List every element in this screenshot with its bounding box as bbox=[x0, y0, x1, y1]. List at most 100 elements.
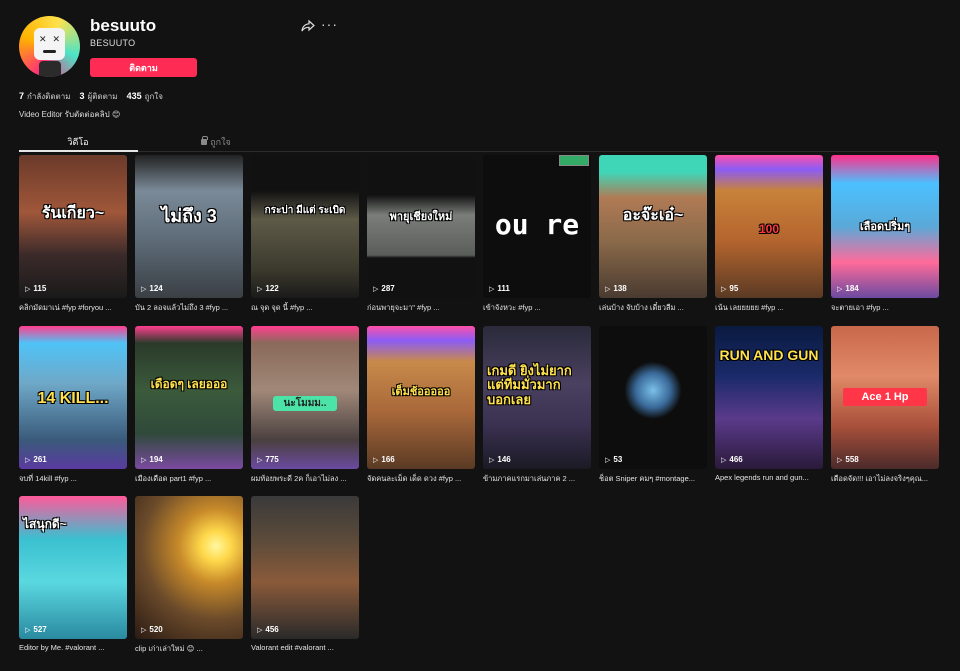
view-count: 124 bbox=[141, 284, 162, 293]
video-card[interactable]: กระบ่า มีแต่ ระเบิด 122 ณ จุด จุด นี้ #f… bbox=[251, 155, 359, 314]
video-thumbnail[interactable]: กระบ่า มีแต่ ระเบิด 122 bbox=[251, 155, 359, 298]
video-description[interactable]: คลิกมัดมาเน่ #fyp #foryou ... bbox=[19, 302, 127, 314]
share-icon[interactable] bbox=[300, 18, 316, 34]
video-description[interactable]: ช็อต Sniper คมๆ #montage... bbox=[599, 473, 707, 485]
video-description[interactable]: ผมท้อยพระดี 2ค ก็เอาไม่ลง ... bbox=[251, 473, 359, 485]
tab-videos-label: วิดีโอ bbox=[67, 137, 89, 147]
video-description[interactable]: clip เก่าเล่าใหม่ 😊 ... bbox=[135, 643, 243, 655]
video-thumbnail[interactable]: ou re 111 bbox=[483, 155, 591, 298]
view-count: 166 bbox=[373, 455, 394, 464]
following-stat[interactable]: 7 กำลังติดตาม bbox=[19, 90, 71, 103]
view-count: 558 bbox=[837, 455, 858, 464]
video-thumbnail[interactable]: พายุเชียงใหม่ 287 bbox=[367, 155, 475, 298]
video-card[interactable]: ou re 111 เข้าจังหวะ #fyp ... bbox=[483, 155, 591, 314]
tab-liked[interactable]: ถูกใจ bbox=[157, 135, 275, 149]
video-description[interactable]: ก่อนพายุจะมา" #fyp ... bbox=[367, 302, 475, 314]
video-card[interactable]: Ace 1 Hp 558 เดือดจัด!!! เอาไม่ลงจริงๆคุ… bbox=[831, 326, 939, 485]
video-card[interactable]: ไม่ถึง 3 124 บัน 2 ลอจแล้วไม่ถึง 3 #fyp … bbox=[135, 155, 243, 314]
video-description[interactable]: Apex legends run and gun... bbox=[715, 473, 823, 482]
avatar-face-icon bbox=[34, 28, 65, 60]
video-thumbnail[interactable]: ไม่ถึง 3 124 bbox=[135, 155, 243, 298]
video-thumbnail[interactable]: เลือดปริ่มๆ 184 bbox=[831, 155, 939, 298]
video-description[interactable]: เมืองเดือด part1 #fyp ... bbox=[135, 473, 243, 485]
video-description[interactable]: ณ จุด จุด นี้ #fyp ... bbox=[251, 302, 359, 314]
video-card[interactable]: ไสนุกดี~ 527 Editor by Me. #valorant ... bbox=[19, 496, 127, 652]
video-description[interactable]: เข้าจังหวะ #fyp ... bbox=[483, 302, 591, 314]
view-count: 146 bbox=[489, 455, 510, 464]
following-count: 7 bbox=[19, 91, 25, 101]
video-card[interactable]: เกมดี ยิงไม่ยาก แต่ทีมมั่วมาก บอกเลย 146… bbox=[483, 326, 591, 485]
tab-liked-label: ถูกใจ bbox=[210, 137, 231, 147]
ad-badge[interactable] bbox=[559, 155, 589, 166]
video-description[interactable]: เน้น เลยยยยย #fyp ... bbox=[715, 302, 823, 314]
video-thumbnail[interactable]: 456 bbox=[251, 496, 359, 639]
view-count: 466 bbox=[721, 455, 742, 464]
video-description[interactable]: Valorant edit #valorant ... bbox=[251, 643, 359, 652]
view-count: 456 bbox=[257, 625, 278, 634]
video-card[interactable]: 520 clip เก่าเล่าใหม่ 😊 ... bbox=[135, 496, 243, 655]
active-tab-indicator bbox=[19, 150, 138, 152]
profile-tabs: วิดีโอ ถูกใจ bbox=[19, 130, 937, 152]
followers-stat[interactable]: 3 ผู้ติดตาม bbox=[80, 90, 118, 103]
video-description[interactable]: Editor by Me. #valorant ... bbox=[19, 643, 127, 652]
video-caption: นะโมมม.. bbox=[273, 396, 337, 411]
video-caption: 14 KILL... bbox=[37, 390, 109, 407]
video-thumbnail[interactable]: 100 95 bbox=[715, 155, 823, 298]
video-card[interactable]: 14 KILL... 261 จบที่ 14kill #fyp ... bbox=[19, 326, 127, 485]
likes-count: 435 bbox=[126, 91, 142, 101]
video-card[interactable]: พายุเชียงใหม่ 287 ก่อนพายุจะมา" #fyp ... bbox=[367, 155, 475, 314]
view-count: 122 bbox=[257, 284, 278, 293]
avatar-body bbox=[39, 61, 61, 77]
tab-videos[interactable]: วิดีโอ bbox=[19, 135, 137, 149]
video-thumbnail[interactable]: เต็มช้อออออ 166 bbox=[367, 326, 475, 469]
video-card[interactable]: อะจ๊ะเอ๋~ 138 เล่นบ้าง จับบ้าง เดี๋ยวลืม… bbox=[599, 155, 707, 314]
video-description[interactable]: เดือดจัด!!! เอาไม่ลงจริงๆคุณ... bbox=[831, 473, 939, 485]
video-description[interactable]: จบที่ 14kill #fyp ... bbox=[19, 473, 127, 485]
video-caption: ou re bbox=[494, 208, 580, 241]
video-thumbnail[interactable]: รันเกียว~ 115 bbox=[19, 155, 127, 298]
video-thumbnail[interactable]: เกมดี ยิงไม่ยาก แต่ทีมมั่วมาก บอกเลย 146 bbox=[483, 326, 591, 469]
profile-display-name: BESUUTO bbox=[90, 38, 136, 48]
follow-button[interactable]: ติดตาม bbox=[90, 58, 197, 77]
video-caption: 100 bbox=[758, 222, 780, 236]
video-card[interactable]: เต็มช้อออออ 166 จัดคนละเม็ด เด็ด ดวง #fy… bbox=[367, 326, 475, 485]
video-caption: เกมดี ยิงไม่ยาก แต่ทีมมั่วมาก บอกเลย bbox=[487, 363, 572, 407]
view-count: 111 bbox=[489, 284, 509, 293]
video-card[interactable]: เดือดๆ เลยอออ 194 เมืองเดือด part1 #fyp … bbox=[135, 326, 243, 485]
video-caption: ไม่ถึง 3 bbox=[161, 206, 217, 226]
video-description[interactable]: ข้ามภาคแรกมาเล่นภาค 2 ... bbox=[483, 473, 591, 485]
profile-avatar[interactable] bbox=[19, 16, 80, 77]
video-caption: RUN AND GUN bbox=[719, 347, 819, 363]
view-count: 95 bbox=[721, 284, 738, 293]
video-card[interactable]: 456 Valorant edit #valorant ... bbox=[251, 496, 359, 652]
view-count: 115 bbox=[25, 284, 46, 293]
view-count: 53 bbox=[605, 455, 622, 464]
video-thumbnail[interactable]: 53 bbox=[599, 326, 707, 469]
video-card[interactable]: เลือดปริ่มๆ 184 จะตายเอา #fyp ... bbox=[831, 155, 939, 314]
video-card[interactable]: 53 ช็อต Sniper คมๆ #montage... bbox=[599, 326, 707, 485]
profile-username: besuuto bbox=[90, 16, 157, 35]
video-thumbnail[interactable]: 520 bbox=[135, 496, 243, 639]
video-card[interactable]: รันเกียว~ 115 คลิกมัดมาเน่ #fyp #foryou … bbox=[19, 155, 127, 314]
video-card[interactable]: นะโมมม.. 775 ผมท้อยพระดี 2ค ก็เอาไม่ลง .… bbox=[251, 326, 359, 485]
video-caption: Ace 1 Hp bbox=[843, 388, 927, 406]
view-count: 527 bbox=[25, 625, 46, 634]
video-thumbnail[interactable]: อะจ๊ะเอ๋~ 138 bbox=[599, 155, 707, 298]
followers-count: 3 bbox=[79, 91, 85, 101]
avatar-mouth bbox=[43, 50, 56, 53]
video-description[interactable]: เล่นบ้าง จับบ้าง เดี๋ยวลืม ... bbox=[599, 302, 707, 314]
video-thumbnail[interactable]: นะโมมม.. 775 bbox=[251, 326, 359, 469]
more-options-icon[interactable]: ··· bbox=[321, 16, 338, 32]
view-count: 775 bbox=[257, 455, 278, 464]
video-thumbnail[interactable]: RUN AND GUN 466 bbox=[715, 326, 823, 469]
video-thumbnail[interactable]: เดือดๆ เลยอออ 194 bbox=[135, 326, 243, 469]
video-card[interactable]: 100 95 เน้น เลยยยยย #fyp ... bbox=[715, 155, 823, 314]
video-thumbnail[interactable]: 14 KILL... 261 bbox=[19, 326, 127, 469]
video-card[interactable]: RUN AND GUN 466 Apex legends run and gun… bbox=[715, 326, 823, 482]
video-caption: เลือดปริ่มๆ bbox=[859, 221, 911, 233]
video-thumbnail[interactable]: Ace 1 Hp 558 bbox=[831, 326, 939, 469]
video-description[interactable]: จะตายเอา #fyp ... bbox=[831, 302, 939, 314]
video-thumbnail[interactable]: ไสนุกดี~ 527 bbox=[19, 496, 127, 639]
video-description[interactable]: บัน 2 ลอจแล้วไม่ถึง 3 #fyp ... bbox=[135, 302, 243, 314]
video-description[interactable]: จัดคนละเม็ด เด็ด ดวง #fyp ... bbox=[367, 473, 475, 485]
